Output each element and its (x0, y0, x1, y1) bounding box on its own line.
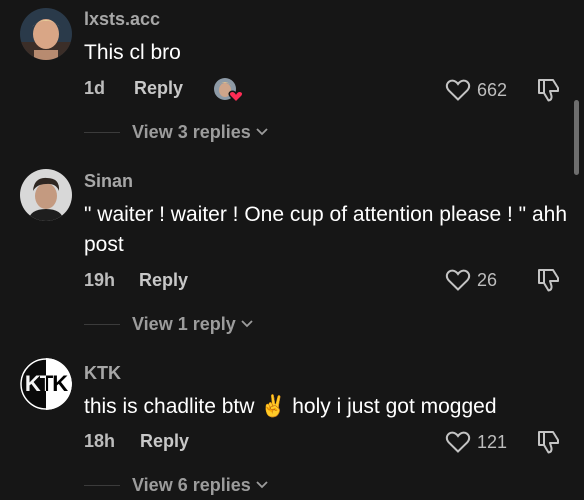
divider-line (84, 484, 120, 486)
heart-outline-icon (445, 431, 471, 453)
view-replies-label: View 1 reply (132, 313, 236, 334)
reply-button[interactable]: Reply (134, 78, 183, 99)
divider-line (84, 131, 120, 133)
chevron-down-icon (256, 128, 268, 136)
reply-button[interactable]: Reply (139, 270, 188, 291)
dislike-icon (538, 79, 559, 102)
comment-time: 18h (84, 431, 116, 451)
reply-button[interactable]: Reply (140, 431, 189, 452)
chevron-down-icon (256, 481, 268, 489)
user-avatar[interactable]: KTK (20, 358, 72, 410)
view-replies-label: View 3 replies (132, 121, 251, 142)
view-replies-button[interactable]: View 1 reply (84, 312, 254, 336)
avatar-logo-text: KTK (24, 371, 68, 396)
like-button[interactable]: 662 (445, 76, 507, 104)
dislike-button[interactable] (534, 266, 562, 294)
like-count: 26 (477, 269, 498, 290)
comment-text: This cl bro (84, 41, 181, 64)
comment-username[interactable]: Sinan (84, 171, 133, 192)
dislike-button[interactable] (534, 76, 562, 104)
divider-line (84, 323, 120, 325)
chevron-down-icon (241, 320, 253, 328)
creator-liked-badge (213, 76, 244, 104)
scrollbar[interactable] (574, 100, 579, 175)
user-avatar[interactable] (20, 169, 72, 221)
heart-outline-icon (445, 79, 471, 101)
dislike-button[interactable] (534, 428, 562, 456)
like-count: 121 (477, 431, 508, 452)
like-button[interactable]: 26 (445, 266, 497, 294)
comment-text: this is chadlite btw ✌️ holy i just got … (84, 395, 497, 418)
heart-outline-icon (445, 269, 471, 291)
comment-text: " waiter ! waiter ! One cup of attention… (84, 203, 568, 256)
view-replies-button[interactable]: View 6 replies (84, 473, 269, 497)
comment-time: 19h (84, 270, 116, 290)
comment-username[interactable]: lxsts.acc (84, 9, 160, 30)
like-count: 662 (477, 79, 508, 100)
comment-username[interactable]: KTK (84, 363, 121, 384)
user-avatar[interactable] (20, 8, 72, 60)
dislike-icon (538, 431, 559, 454)
like-button[interactable]: 121 (445, 428, 507, 456)
view-replies-label: View 6 replies (132, 474, 251, 495)
comment-time: 1d (84, 78, 106, 98)
view-replies-button[interactable]: View 3 replies (84, 120, 269, 144)
dislike-icon (538, 269, 559, 292)
